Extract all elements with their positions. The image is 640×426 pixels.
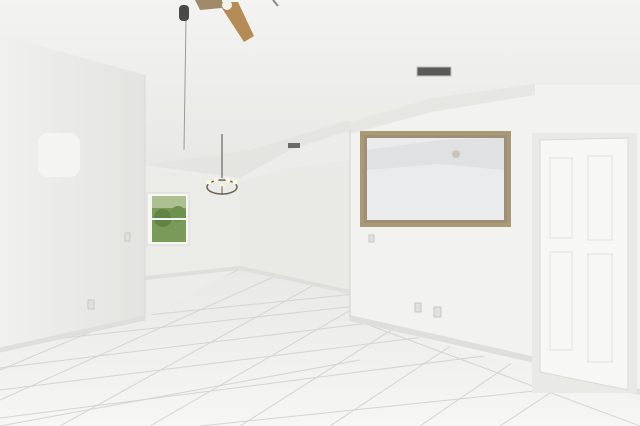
ceiling-vent bbox=[288, 143, 300, 148]
room-illustration bbox=[0, 0, 640, 426]
light-switch bbox=[368, 234, 375, 243]
wall-light-spot bbox=[38, 133, 80, 177]
ceiling-vent bbox=[416, 66, 452, 77]
wall-mirror bbox=[360, 131, 511, 227]
wall-outlet bbox=[433, 306, 442, 318]
closet-door[interactable] bbox=[532, 133, 637, 393]
room-photo bbox=[0, 0, 640, 426]
wall-outlet bbox=[414, 302, 422, 313]
light-switch bbox=[124, 232, 131, 242]
window bbox=[146, 192, 190, 246]
wall-outlet bbox=[87, 299, 95, 310]
left-wall bbox=[0, 35, 145, 350]
